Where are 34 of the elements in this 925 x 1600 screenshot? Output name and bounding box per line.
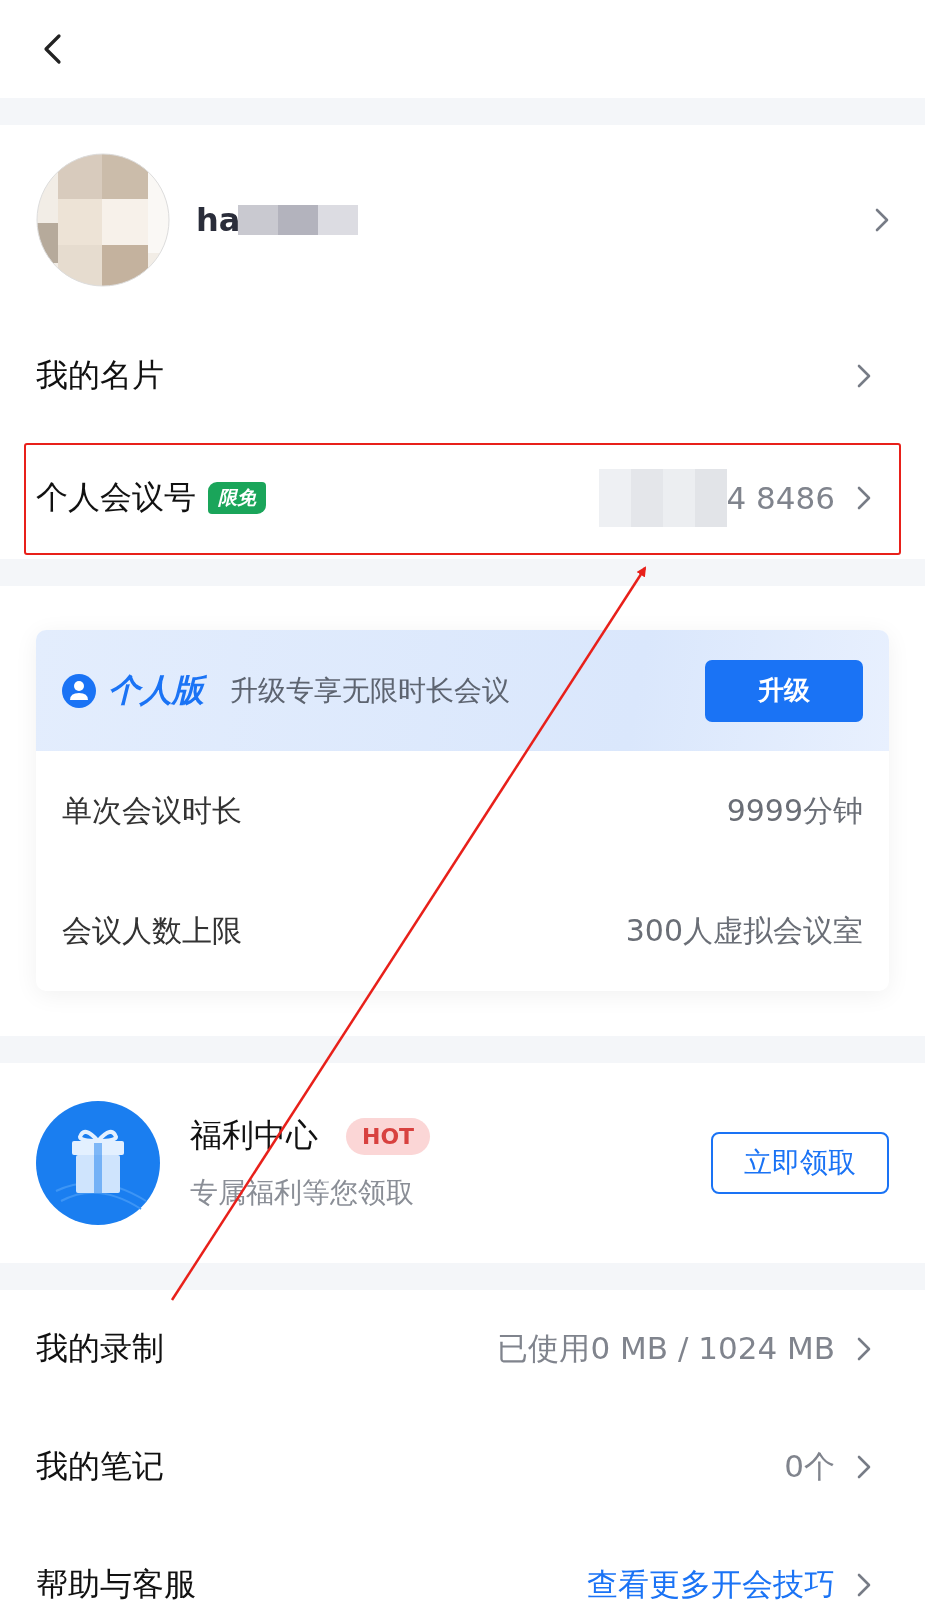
row-label: 个人会议号 [36,477,196,518]
user-icon [62,673,96,708]
gift-icon [36,1101,160,1225]
menu-row[interactable]: 我的笔记 0个 [0,1408,925,1526]
chevron-right-icon [857,486,871,510]
user-name: ha [196,201,241,239]
menu-row[interactable]: 个人会议号 限免 4 8486 [0,437,925,559]
row-value: 查看更多开会技巧 [587,1565,835,1600]
claim-button[interactable]: 立即领取 [711,1132,889,1194]
back-icon[interactable] [42,33,62,65]
hot-badge: HOT [346,1117,431,1155]
row-label: 我的笔记 [36,1446,164,1487]
plan-feature-value: 300人虚拟会议室 [625,911,863,950]
row-label: 我的录制 [36,1328,164,1369]
chevron-right-icon [875,208,889,232]
plan-feature-label: 单次会议时长 [62,791,242,830]
free-badge: 限免 [208,482,266,514]
plan-feature-value: 9999分钟 [726,791,863,830]
chevron-right-icon [857,1455,871,1479]
profile-row[interactable]: ha [0,125,925,315]
menu-row[interactable]: 帮助与客服 查看更多开会技巧 [0,1526,925,1600]
chevron-right-icon [857,364,871,388]
row-value: 0个 [784,1447,835,1486]
plan-subtitle: 升级专享无限时长会议 [230,672,510,709]
chevron-right-icon [857,1573,871,1597]
row-label: 我的名片 [36,355,164,396]
chevron-right-icon [857,1337,871,1361]
row-value: 已使用0 MB / 1024 MB [497,1329,835,1368]
meeting-number: 4 8486 [726,480,835,516]
plan-feature-label: 会议人数上限 [62,911,242,950]
upgrade-button[interactable]: 升级 [705,659,863,722]
row-label: 帮助与客服 [36,1564,196,1600]
menu-row[interactable]: 我的录制 已使用0 MB / 1024 MB [0,1290,925,1408]
menu-row[interactable]: 我的名片 [0,315,925,437]
